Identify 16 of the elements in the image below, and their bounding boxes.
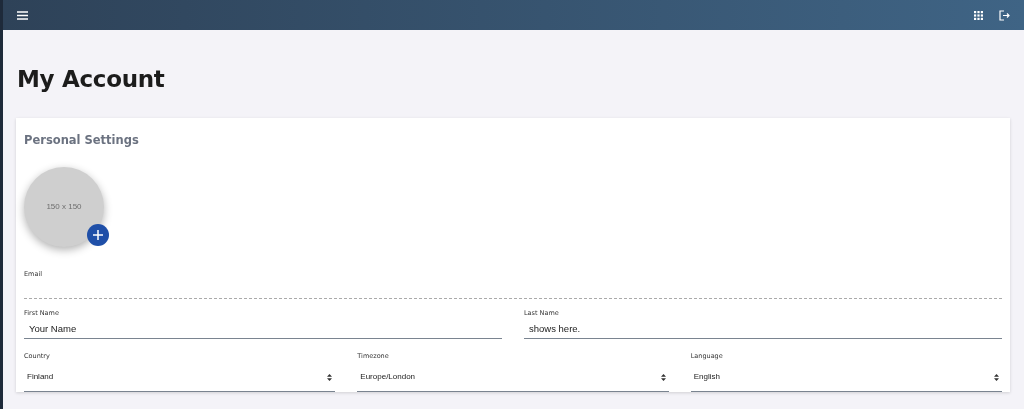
sort-arrows-icon: [327, 373, 333, 381]
card-title: Personal Settings: [24, 133, 140, 148]
select-field[interactable]: Finland: [24, 363, 336, 392]
text-field[interactable]: shows here.: [524, 318, 1002, 340]
text-field[interactable]: Your Name: [24, 318, 502, 340]
select-field[interactable]: Europe/London: [357, 363, 669, 392]
sort-arrows-icon: [660, 373, 666, 381]
sort-arrows-icon: [994, 373, 999, 381]
select-field[interactable]: English: [690, 363, 1002, 392]
menu-icon[interactable]: [17, 10, 28, 20]
apps-grid-icon[interactable]: [974, 10, 983, 20]
plus-icon: [93, 230, 103, 241]
image-size-text: 150 x 150: [46, 201, 82, 214]
add-photo-button[interactable]: [87, 224, 109, 247]
logout-icon[interactable]: [999, 9, 1010, 21]
page-title: My Account: [17, 66, 166, 94]
